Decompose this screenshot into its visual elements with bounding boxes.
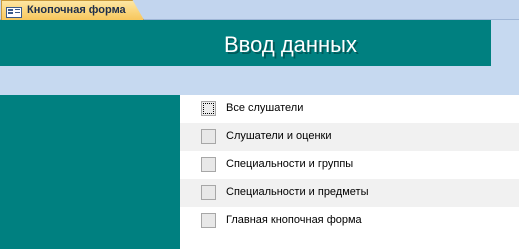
list-item: Главная кнопочная форма: [180, 207, 519, 235]
left-panel: [0, 95, 180, 249]
item-label[interactable]: Специальности и предметы: [226, 186, 369, 198]
list-item: Слушатели и оценки: [180, 123, 519, 151]
switchboard-button[interactable]: [201, 101, 216, 116]
switchboard-button[interactable]: [201, 129, 216, 144]
form-header: Ввод данных: [0, 20, 491, 66]
item-label[interactable]: Все слушатели: [226, 102, 303, 114]
header-stripe: [0, 66, 519, 95]
list-item: Специальности и предметы: [180, 179, 519, 207]
list-item: Специальности и группы: [180, 151, 519, 179]
item-label[interactable]: Слушатели и оценки: [226, 130, 332, 142]
switchboard-button[interactable]: [201, 213, 216, 228]
switchboard-button[interactable]: [201, 157, 216, 172]
item-label[interactable]: Главная кнопочная форма: [226, 214, 362, 226]
form-icon: [6, 5, 22, 18]
list-item: Все слушатели: [180, 95, 519, 123]
switchboard-item-list: Все слушатели Слушатели и оценки Специал…: [180, 95, 519, 249]
document-tab-bar: Кнопочная форма: [0, 0, 519, 20]
switchboard-button[interactable]: [201, 185, 216, 200]
item-label[interactable]: Специальности и группы: [226, 158, 353, 170]
page-title: Ввод данных: [224, 32, 357, 57]
tab-switchboard-form[interactable]: Кнопочная форма: [1, 0, 144, 20]
tab-label: Кнопочная форма: [27, 4, 126, 16]
